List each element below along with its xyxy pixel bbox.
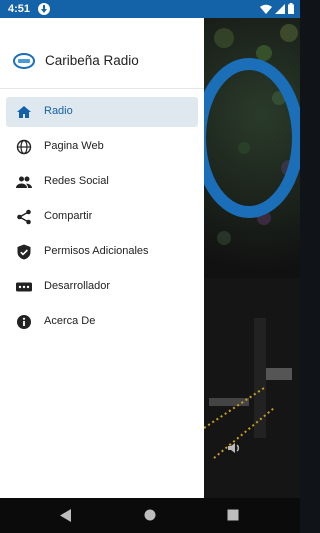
volume-icon[interactable] <box>226 440 242 456</box>
menu-item-label: Radio <box>44 105 73 117</box>
menu-item-desarrollador[interactable]: Desarrollador <box>6 272 198 302</box>
back-icon[interactable] <box>60 509 72 522</box>
menu-item-label: Permisos Adicionales <box>44 245 149 257</box>
background-app-content <box>204 18 300 498</box>
notification-download-icon <box>38 3 50 15</box>
menu-item-permisos-adicionales[interactable]: Permisos Adicionales <box>6 237 198 267</box>
signal-icon <box>275 3 285 14</box>
globe-icon <box>16 139 32 155</box>
background-mixer <box>204 278 300 498</box>
status-time: 4:51 <box>8 3 31 15</box>
people-icon <box>16 176 32 188</box>
home-icon <box>17 106 31 118</box>
navigation-drawer: Caribeña Radio Radio Pagina Web Redes So… <box>0 18 204 498</box>
battery-icon <box>288 3 294 14</box>
wifi-icon <box>260 4 272 14</box>
drawer-header: Caribeña Radio <box>0 18 204 89</box>
radio-logo-icon <box>13 53 35 69</box>
info-icon <box>17 315 31 329</box>
status-icons <box>260 3 294 14</box>
menu-item-radio[interactable]: Radio <box>6 97 198 127</box>
more-dots-icon <box>16 282 32 292</box>
home-circle-icon[interactable] <box>144 509 156 521</box>
shield-check-icon <box>17 244 31 260</box>
menu-item-acerca-de[interactable]: Acerca De <box>6 307 198 337</box>
menu-item-label: Pagina Web <box>44 140 104 152</box>
menu-item-label: Acerca De <box>44 315 96 327</box>
menu-item-compartir[interactable]: Compartir <box>6 202 198 232</box>
background-logo-ring <box>204 58 300 218</box>
menu-item-pagina-web[interactable]: Pagina Web <box>6 132 198 162</box>
menu-item-label: Desarrollador <box>44 280 111 292</box>
menu-item-label: Redes Social <box>44 175 109 187</box>
share-icon <box>17 209 31 225</box>
recents-square-icon[interactable] <box>227 509 239 521</box>
menu-item-redes-social[interactable]: Redes Social <box>6 167 198 197</box>
menu-item-label: Compartir <box>44 210 93 222</box>
app-title: Caribeña Radio <box>45 53 139 68</box>
system-nav-bar <box>0 498 300 533</box>
drawer-menu: Radio Pagina Web Redes Social Compartir … <box>0 89 204 337</box>
status-bar: 4:51 <box>0 0 300 18</box>
